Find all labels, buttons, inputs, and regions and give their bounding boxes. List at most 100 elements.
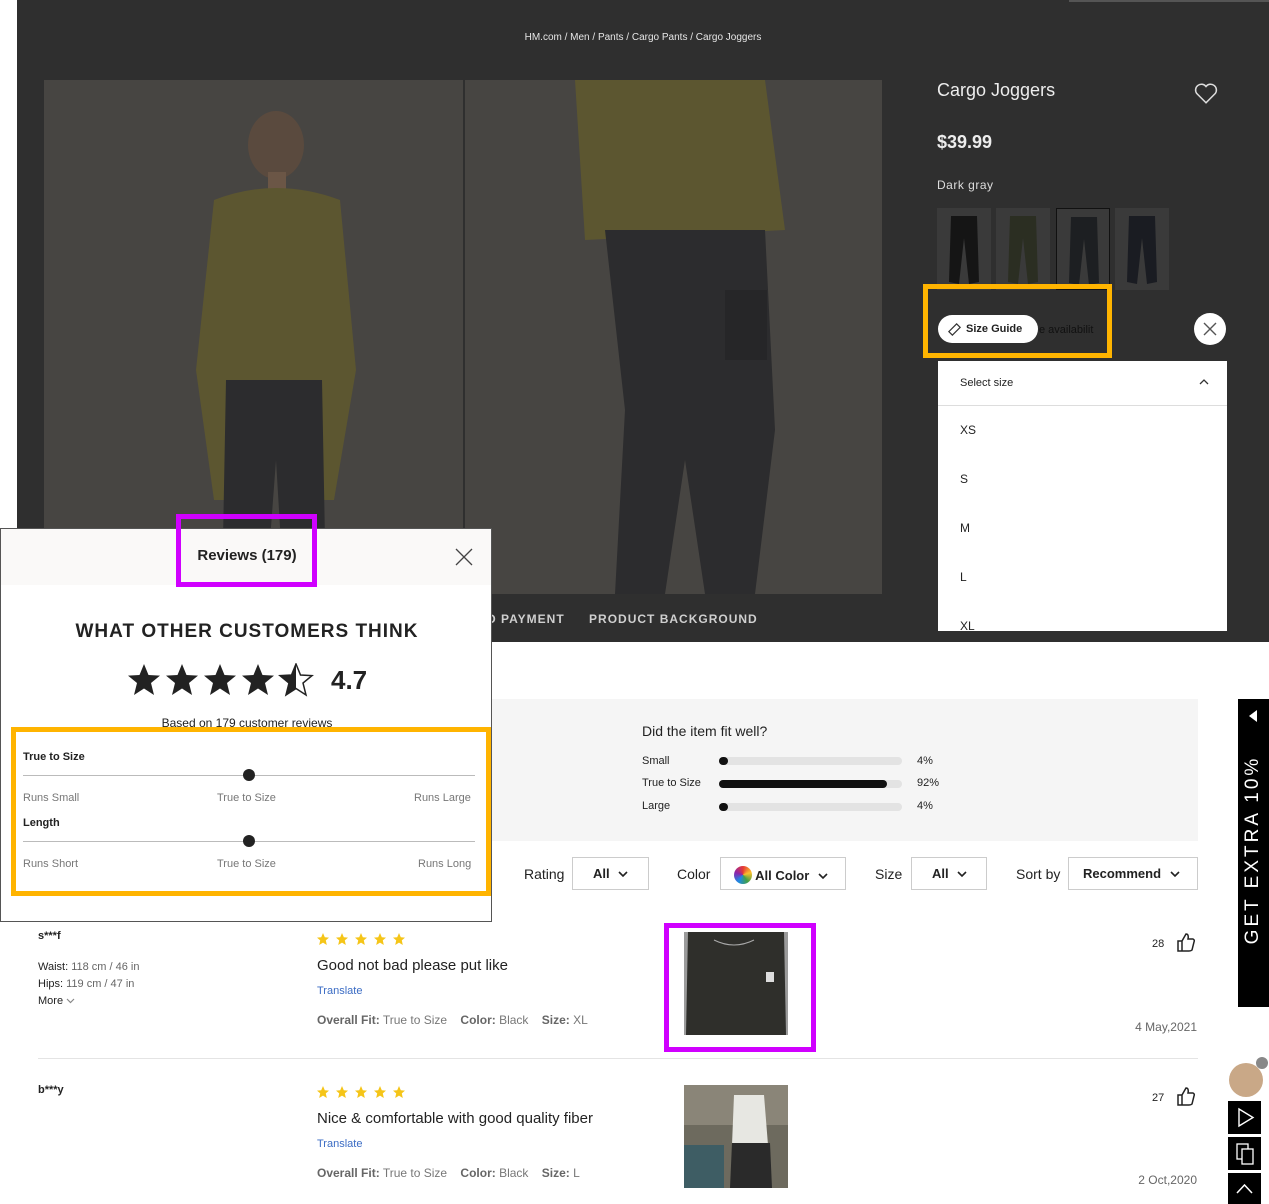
fit-row-pct: 92% — [917, 777, 940, 789]
translate-link[interactable]: Translate — [317, 1138, 362, 1150]
size-option-m[interactable]: M — [938, 504, 1227, 553]
fit-bar-fill — [719, 757, 729, 765]
size-filter-value: All — [932, 866, 949, 881]
highlight-review-photo — [664, 923, 816, 1052]
color-filter-select[interactable]: All Color — [720, 857, 846, 890]
thumbs-up-icon[interactable] — [1176, 1087, 1196, 1111]
helpful-count: 28 — [1152, 938, 1165, 950]
fit-bar-fill — [719, 780, 888, 788]
overall-fit-label: Overall Fit: — [317, 1166, 380, 1180]
more-toggle[interactable]: More — [38, 993, 140, 1010]
rating-filter-select[interactable]: All — [572, 857, 649, 890]
fit-row-pct: 4% — [917, 800, 933, 812]
review-username: b***y — [38, 1084, 64, 1096]
review-photo-image — [684, 1085, 788, 1188]
thumbs-up-icon[interactable] — [1176, 933, 1196, 957]
hips-label: Hips: — [38, 978, 64, 990]
size-filter-select[interactable]: All — [911, 857, 987, 890]
color-wheel-icon — [734, 866, 752, 884]
color-swatch-navy[interactable] — [1115, 208, 1169, 290]
fit-row-label: Large — [642, 800, 671, 812]
play-button[interactable] — [1228, 1101, 1261, 1134]
translate-link[interactable]: Translate — [317, 985, 362, 997]
tab-payment[interactable]: D PAYMENT — [487, 612, 565, 626]
review-text: Nice & comfortable with good quality fib… — [317, 1110, 593, 1127]
color-value: Black — [499, 1013, 529, 1027]
review-date: 2 Oct,2020 — [1138, 1173, 1197, 1187]
color-swatch-dark-gray[interactable] — [1056, 208, 1110, 290]
review-divider — [38, 1058, 1198, 1059]
rating-filter-value: All — [593, 866, 610, 881]
fit-summary-panel: Did the item fit well? Small 4% True to … — [492, 699, 1198, 841]
close-avatar-icon[interactable] — [1256, 1057, 1268, 1069]
review-username: s***f — [38, 930, 61, 942]
color-name: Dark gray — [937, 178, 994, 192]
size-option-s[interactable]: S — [938, 455, 1227, 504]
tab-product-background[interactable]: PRODUCT BACKGROUND — [589, 612, 758, 626]
extra-discount-tab[interactable]: GET EXTRA 10% — [1238, 699, 1269, 1007]
more-label: More — [38, 995, 64, 1007]
fit-row-pct: 4% — [917, 755, 933, 767]
fit-bar-small — [719, 757, 902, 765]
fit-bar-large — [719, 803, 902, 811]
chevron-down-icon — [66, 995, 75, 1007]
product-info-tabs: D PAYMENT PRODUCT BACKGROUND — [487, 612, 778, 626]
fit-row-label: Small — [642, 755, 670, 767]
close-icon — [455, 548, 473, 566]
size-option-xs[interactable]: XS — [938, 406, 1227, 455]
fit-bar-true-to-size — [719, 780, 902, 788]
size-placeholder: Select size — [960, 377, 1014, 389]
compare-button[interactable] — [1228, 1137, 1261, 1170]
size-option-l[interactable]: L — [938, 553, 1227, 602]
favorite-heart-icon[interactable] — [1193, 80, 1219, 106]
breadcrumb[interactable]: HM.com / Men / Pants / Cargo Pants / Car… — [17, 32, 1269, 43]
waist-value: 118 cm / 46 in — [71, 961, 140, 973]
review-measurements: Waist: 118 cm / 46 in Hips: 119 cm / 47 … — [38, 959, 140, 1010]
color-value: Black — [499, 1166, 529, 1180]
review-photo[interactable] — [684, 1085, 788, 1188]
product-photo-side[interactable] — [465, 80, 882, 594]
scroll-to-top-button[interactable] — [1228, 1173, 1261, 1204]
waist-label: Waist: — [38, 961, 69, 973]
copy-icon — [1236, 1143, 1254, 1165]
product-title: Cargo Joggers — [937, 80, 1056, 100]
average-star-rating — [127, 662, 317, 702]
size-label: Size: — [541, 1166, 570, 1180]
chevron-down-icon — [957, 866, 967, 881]
helpful-count: 27 — [1152, 1092, 1165, 1104]
review-attributes: Overall Fit: True to Size Color: Black S… — [317, 1013, 588, 1027]
fit-summary-title: Did the item fit well? — [642, 723, 768, 739]
header-divider — [1069, 0, 1269, 2]
chevron-down-icon — [1170, 866, 1180, 881]
highlight-size-guide — [923, 284, 1112, 358]
chevron-down-icon — [818, 868, 828, 883]
close-icon — [1203, 322, 1217, 336]
rating-filter-label: Rating — [524, 866, 565, 882]
size-dropdown[interactable]: Select size XS S M L XL — [938, 361, 1227, 631]
close-size-dropdown-button[interactable] — [1194, 313, 1226, 345]
sort-value: Recommend — [1083, 866, 1162, 881]
chevron-up-icon — [1199, 377, 1209, 389]
hips-value: 119 cm / 47 in — [66, 978, 135, 990]
color-filter-value: All Color — [755, 868, 810, 883]
review-star-rating — [317, 933, 407, 952]
size-dropdown-header[interactable]: Select size — [938, 361, 1227, 406]
close-reviews-button[interactable] — [454, 547, 474, 572]
chevron-down-icon — [618, 866, 628, 881]
highlight-fit-scales — [11, 727, 491, 896]
review-attributes: Overall Fit: True to Size Color: Black S… — [317, 1166, 580, 1180]
reviews-heading: WHAT OTHER CUSTOMERS THINK — [75, 621, 419, 642]
size-option-xl[interactable]: XL — [938, 602, 1227, 631]
overall-fit-value: True to Size — [382, 1166, 448, 1180]
fit-row-label: True to Size — [642, 777, 701, 789]
review-date: 4 May,2021 — [1135, 1020, 1197, 1034]
average-rating-value: 4.7 — [331, 665, 368, 695]
highlight-reviews-title — [176, 514, 317, 587]
promo-label: GET EXTRA 10% — [1242, 755, 1263, 945]
size-value: XL — [573, 1013, 588, 1027]
sort-label: Sort by — [1016, 866, 1061, 882]
color-swatch-olive[interactable] — [996, 208, 1050, 290]
sort-select[interactable]: Recommend — [1068, 857, 1198, 890]
color-swatch-black[interactable] — [937, 208, 991, 290]
overall-fit-label: Overall Fit: — [317, 1013, 380, 1027]
